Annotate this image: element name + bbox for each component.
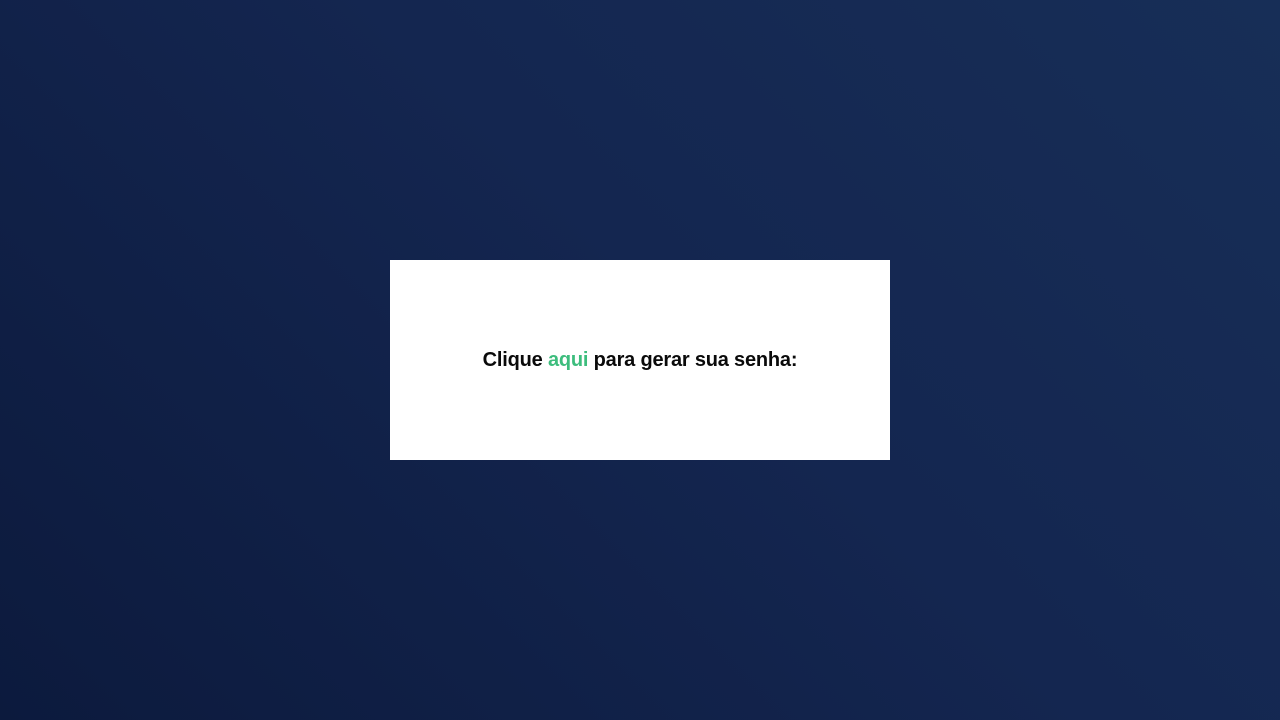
password-card: Clique aqui para gerar sua senha:	[390, 260, 890, 460]
instruction-suffix: para gerar sua senha:	[588, 348, 798, 371]
generate-password-link[interactable]: aqui	[548, 349, 589, 371]
instruction-text: Clique aqui para gerar sua senha:	[483, 349, 798, 372]
instruction-prefix: Clique	[482, 348, 548, 371]
